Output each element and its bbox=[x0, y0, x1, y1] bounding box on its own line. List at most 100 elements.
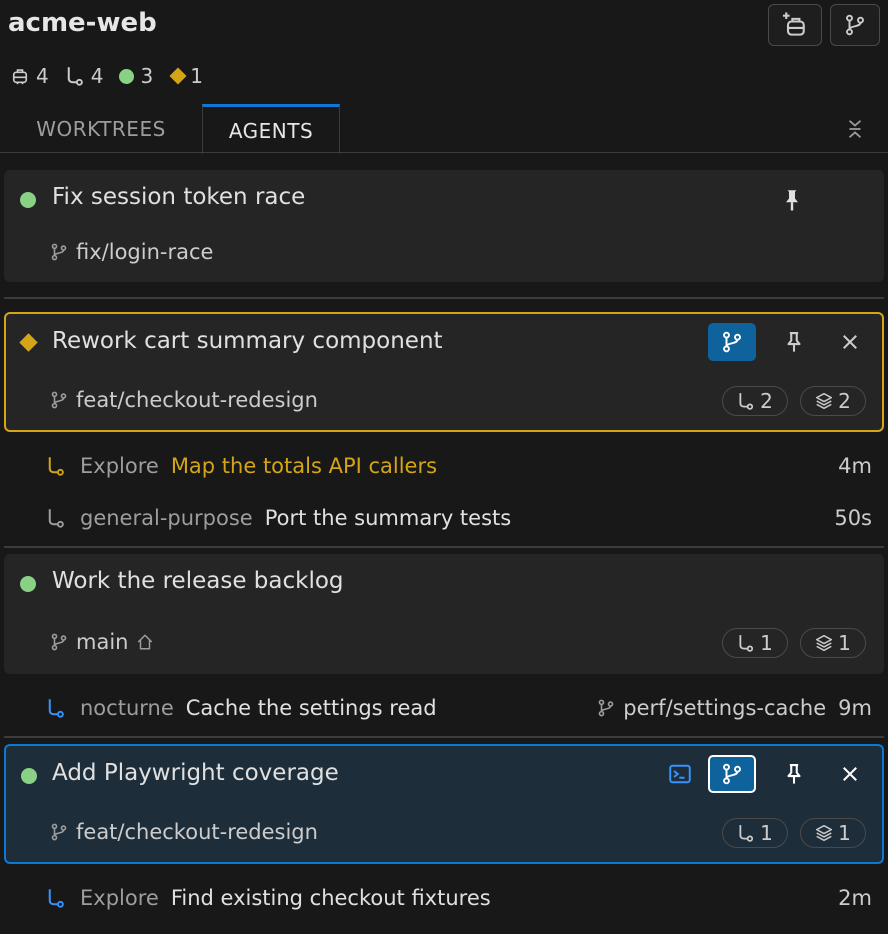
stack-icon bbox=[815, 634, 833, 652]
subagent-time-value: 4m bbox=[838, 454, 872, 478]
stack-count: 2 bbox=[838, 389, 851, 413]
agent-branch: feat/checkout-redesign bbox=[50, 820, 318, 844]
new-agent-button[interactable] bbox=[768, 4, 822, 46]
agent-card[interactable]: Fix session token race fix/login-race bbox=[4, 170, 884, 282]
agent-branch: fix/login-race bbox=[50, 240, 213, 264]
branch-name: fix/login-race bbox=[76, 240, 214, 264]
terminal-icon bbox=[668, 762, 692, 786]
stats-bar: 4 4 3 1 bbox=[10, 64, 219, 88]
tab-divider bbox=[0, 152, 888, 153]
stack-pill[interactable]: 1 bbox=[800, 818, 866, 848]
subagents-pill[interactable]: 2 bbox=[722, 386, 788, 416]
branch-icon bbox=[50, 633, 68, 651]
agent-card[interactable]: Add Playwright coverage feat/checkout-re… bbox=[4, 744, 884, 864]
subagent-type: Explore bbox=[80, 454, 159, 478]
branch-name: feat/checkout-redesign bbox=[76, 388, 318, 412]
tab-worktrees[interactable]: WORKTREES bbox=[0, 104, 202, 153]
attention-diamond-icon bbox=[19, 333, 38, 352]
subagent-icon bbox=[46, 698, 66, 718]
attention-diamond-icon bbox=[169, 67, 187, 85]
running-dot-icon bbox=[119, 68, 135, 84]
agent-title: Add Playwright coverage bbox=[52, 760, 339, 786]
subagents-count: 1 bbox=[760, 821, 773, 845]
agent-branch: feat/checkout-redesign bbox=[50, 388, 318, 412]
robot-add-icon bbox=[781, 11, 809, 39]
collapse-icon bbox=[844, 118, 866, 140]
branch-icon bbox=[50, 823, 68, 841]
stack-pill[interactable]: 2 bbox=[800, 386, 866, 416]
pin-icon bbox=[783, 763, 805, 785]
collapse-all-button[interactable] bbox=[844, 118, 866, 140]
subagent-icon bbox=[65, 66, 85, 86]
robot-icon bbox=[10, 66, 30, 86]
subagent-row[interactable]: Explore Map the totals API callers 4m bbox=[46, 446, 872, 486]
running-dot-icon bbox=[21, 768, 37, 784]
pin-filled-icon bbox=[780, 188, 804, 212]
subagents-count: 2 bbox=[760, 389, 773, 413]
stack-count: 1 bbox=[838, 821, 851, 845]
subagents-count: 1 bbox=[760, 631, 773, 655]
branch-icon bbox=[721, 763, 743, 785]
repo-title: acme-web bbox=[8, 8, 157, 38]
subagent-type: Explore bbox=[80, 886, 159, 910]
branch-name: feat/checkout-redesign bbox=[76, 820, 318, 844]
subagent-type: general-purpose bbox=[80, 506, 253, 530]
close-button[interactable] bbox=[826, 323, 874, 361]
tab-bar: WORKTREES AGENTS bbox=[0, 104, 888, 154]
running-dot-icon bbox=[20, 576, 36, 592]
branch-icon bbox=[597, 699, 615, 717]
close-button[interactable] bbox=[826, 755, 874, 793]
home-icon bbox=[136, 633, 154, 651]
subagent-time: 50s bbox=[834, 498, 872, 538]
subagent-icon bbox=[737, 634, 755, 652]
branch-icon bbox=[50, 243, 68, 261]
stack-icon bbox=[815, 392, 833, 410]
stat-subagents: 4 bbox=[65, 64, 104, 88]
subagent-time: 4m bbox=[838, 446, 872, 486]
agent-card[interactable]: Rework cart summary component feat/check… bbox=[4, 312, 884, 432]
subagent-task: Port the summary tests bbox=[264, 506, 512, 530]
stat-agents-count: 4 bbox=[36, 64, 49, 88]
stat-subagents-count: 4 bbox=[90, 64, 104, 88]
subagent-task: Map the totals API callers bbox=[170, 454, 438, 478]
stat-attention: 1 bbox=[169, 64, 203, 88]
pin-icon bbox=[783, 331, 805, 353]
subagent-row[interactable]: Explore Find existing checkout fixtures … bbox=[46, 878, 872, 918]
tab-agents[interactable]: AGENTS bbox=[202, 104, 340, 154]
subagent-branch: perf/settings-cache bbox=[623, 696, 827, 720]
stack-pill[interactable]: 1 bbox=[800, 628, 866, 658]
pin-button[interactable] bbox=[770, 755, 818, 793]
subagent-icon bbox=[46, 888, 66, 908]
stat-agents: 4 bbox=[10, 64, 49, 88]
pin-button[interactable] bbox=[770, 323, 818, 361]
open-terminal-button[interactable] bbox=[656, 755, 704, 793]
open-worktree-button[interactable] bbox=[708, 323, 756, 361]
open-worktree-button[interactable] bbox=[708, 755, 756, 793]
stack-count: 1 bbox=[838, 631, 851, 655]
subagent-icon bbox=[46, 508, 66, 528]
subagents-pill[interactable]: 1 bbox=[722, 818, 788, 848]
subagent-type: nocturne bbox=[80, 696, 174, 720]
branch-name: main bbox=[76, 630, 129, 654]
branch-icon bbox=[50, 391, 68, 409]
running-dot-icon bbox=[20, 192, 36, 208]
subagent-time-value: 2m bbox=[838, 886, 872, 910]
subagent-task: Cache the settings read bbox=[185, 696, 437, 720]
subagent-time-value: 50s bbox=[834, 506, 872, 530]
new-worktree-button[interactable] bbox=[830, 4, 880, 46]
subagents-pill[interactable]: 1 bbox=[722, 628, 788, 658]
subagent-icon bbox=[737, 824, 755, 842]
branch-icon bbox=[844, 14, 866, 36]
agent-title: Work the release backlog bbox=[52, 568, 344, 594]
subagent-meta: perf/settings-cache 9m bbox=[597, 688, 872, 728]
agent-title: Rework cart summary component bbox=[52, 328, 443, 354]
pin-button[interactable] bbox=[780, 188, 804, 212]
stat-running: 3 bbox=[119, 64, 153, 88]
stack-icon bbox=[815, 824, 833, 842]
subagent-row[interactable]: general-purpose Port the summary tests 5… bbox=[46, 498, 872, 538]
subagent-row[interactable]: nocturne Cache the settings read perf/se… bbox=[46, 688, 872, 728]
subagent-icon bbox=[737, 392, 755, 410]
subagent-task: Find existing checkout fixtures bbox=[170, 886, 491, 910]
divider bbox=[4, 546, 884, 548]
agent-card[interactable]: Work the release backlog main 1 1 bbox=[4, 554, 884, 674]
